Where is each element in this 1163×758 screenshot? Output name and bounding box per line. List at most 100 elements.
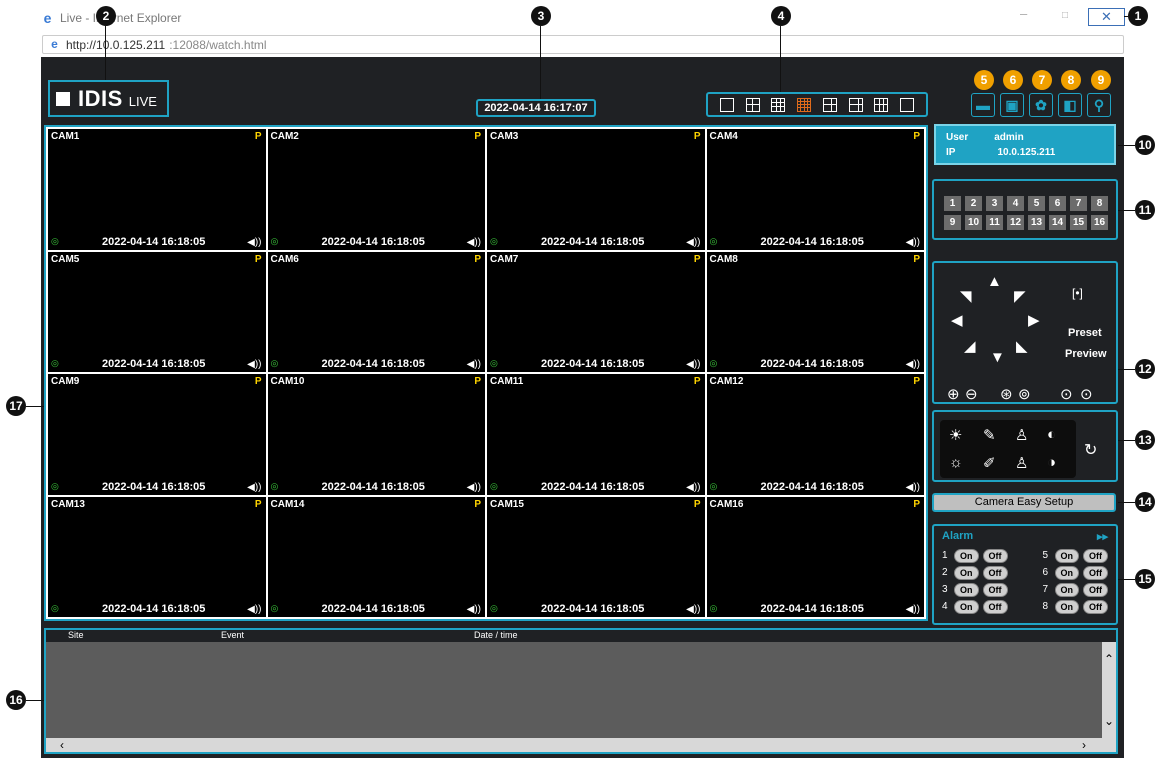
color-down-icon[interactable]: ✐ [983,454,996,472]
address-bar[interactable]: e http://10.0.125.211:12088/watch.html [42,35,1124,54]
speaker-icon[interactable]: ◀)) [906,237,920,248]
iris-open-icon[interactable]: ⊛ [1000,385,1013,403]
speaker-icon[interactable]: ◀)) [906,359,920,370]
camera-number-button[interactable]: 13 [1028,215,1045,230]
speaker-icon[interactable]: ◀)) [906,482,920,493]
ptz-preset-label[interactable]: Preset [1068,327,1102,339]
alarm-off-button[interactable]: Off [982,548,1008,563]
speaker-icon[interactable]: ◀)) [467,482,481,493]
maximize-button[interactable]: □ [1062,10,1068,21]
search-icon[interactable]: ⚲ [1087,93,1111,117]
ptz-down-left-icon[interactable]: ◢ [964,337,976,355]
minimize-button[interactable]: – [1020,6,1027,21]
brightness-down-icon[interactable]: ☼ [949,454,963,471]
layout-4x4-icon[interactable] [797,97,812,112]
record-button-icon[interactable]: ▣ [1000,93,1024,117]
speaker-icon[interactable]: ◀)) [247,237,261,248]
camera-number-button[interactable]: 11 [986,215,1003,230]
snapshot-button-icon[interactable]: ▬ [971,93,995,117]
alarm-off-button[interactable]: Off [982,599,1008,614]
camera-tile[interactable]: CAM12 P ◎ 2022-04-14 16:18:05 ◀)) [706,374,924,495]
speaker-icon[interactable]: ◀)) [686,359,700,370]
camera-number-button[interactable]: 6 [1049,196,1066,211]
speaker-icon[interactable]: ◀)) [247,482,261,493]
camera-tile[interactable]: CAM1 P ◎ 2022-04-14 16:18:05 ◀)) [48,129,266,250]
alarm-off-button[interactable]: Off [1083,548,1108,563]
speaker-icon[interactable]: ◀)) [467,237,481,248]
brightness-up-icon[interactable]: ☀ [949,426,962,444]
camera-easy-setup-button[interactable]: Camera Easy Setup [932,493,1116,512]
alarm-off-button[interactable]: Off [982,565,1008,580]
scroll-left-icon[interactable]: ‹ [60,738,64,752]
ptz-up-left-icon[interactable]: ◥ [960,287,972,305]
alarm-expand-icon[interactable]: ▸▸ [1097,530,1108,543]
ptz-preview-label[interactable]: Preview [1065,348,1107,360]
focus-near-icon[interactable]: ⊙ [1060,385,1073,403]
speaker-icon[interactable]: ◀)) [467,359,481,370]
camera-tile[interactable]: CAM7 P ◎ 2022-04-14 16:18:05 ◀)) [487,251,705,372]
speaker-icon[interactable]: ◀)) [686,237,700,248]
speaker-icon[interactable]: ◀)) [467,604,481,615]
contrast-up-icon[interactable]: ◐ [1047,426,1056,443]
camera-number-button[interactable]: 12 [1007,215,1024,230]
camera-tile[interactable]: CAM13 P ◎ 2022-04-14 16:18:05 ◀)) [48,496,266,617]
speaker-icon[interactable]: ◀)) [247,359,261,370]
scroll-down-icon[interactable]: ⌄ [1102,714,1116,728]
speaker-icon[interactable]: ◀)) [906,604,920,615]
iris-close-icon[interactable]: ⊚ [1018,385,1031,403]
layout-3x3-icon[interactable] [771,97,786,112]
fullscreen-icon[interactable] [900,97,915,112]
camera-number-button[interactable]: 14 [1049,215,1066,230]
alarm-off-button[interactable]: Off [1083,565,1108,580]
zoom-in-icon[interactable]: ⊕ [947,385,960,403]
layout-2x2-icon[interactable] [745,97,760,112]
speaker-icon[interactable]: ◀)) [686,604,700,615]
camera-number-button[interactable]: 16 [1091,215,1108,230]
alarm-on-button[interactable]: On [1054,548,1079,563]
camera-tile[interactable]: CAM8 P ◎ 2022-04-14 16:18:05 ◀)) [706,251,924,372]
alarm-on-button[interactable]: On [1054,599,1079,614]
color-up-icon[interactable]: ✎ [983,426,996,444]
camera-tile[interactable]: CAM3 P ◎ 2022-04-14 16:18:05 ◀)) [487,129,705,250]
camera-tile[interactable]: CAM10 P ◎ 2022-04-14 16:18:05 ◀)) [267,374,485,495]
ptz-down-right-icon[interactable]: ◣ [1016,337,1028,355]
layout-1x1-icon[interactable] [719,97,734,112]
camera-tile[interactable]: CAM6 P ◎ 2022-04-14 16:18:05 ◀)) [267,251,485,372]
camera-number-button[interactable]: 7 [1070,196,1087,211]
contrast-down-icon[interactable]: ◑ [1047,454,1056,471]
reset-icon[interactable]: ↻ [1084,440,1097,460]
camera-number-button[interactable]: 2 [965,196,982,211]
camera-tile[interactable]: CAM9 P ◎ 2022-04-14 16:18:05 ◀)) [48,374,266,495]
alarm-on-button[interactable]: On [954,548,979,563]
ptz-left-icon[interactable]: ◀ [951,311,963,329]
speaker-icon[interactable]: ◀)) [686,482,700,493]
camera-number-button[interactable]: 1 [944,196,961,211]
col-event[interactable]: Event [221,630,244,640]
ptz-focus-icon[interactable]: [•] [1072,286,1083,300]
ptz-up-icon[interactable]: ▲ [987,273,1002,290]
speaker-icon[interactable]: ◀)) [247,604,261,615]
ptz-up-right-icon[interactable]: ◤ [1014,287,1026,305]
switch-camera-icon[interactable]: ◧ [1058,93,1082,117]
ptz-down-icon[interactable]: ▼ [990,349,1005,366]
camera-number-button[interactable]: 10 [965,215,982,230]
layout-custom-icon[interactable] [874,97,889,112]
alarm-on-button[interactable]: On [954,565,979,580]
camera-number-button[interactable]: 5 [1028,196,1045,211]
layout-1plus5-icon[interactable] [822,97,837,112]
settings-gear-icon[interactable]: ✿ [1029,93,1053,117]
camera-tile[interactable]: CAM16 P ◎ 2022-04-14 16:18:05 ◀)) [706,496,924,617]
zoom-out-icon[interactable]: ⊖ [965,385,978,403]
ptz-right-icon[interactable]: ▶ [1028,311,1040,329]
camera-tile[interactable]: CAM2 P ◎ 2022-04-14 16:18:05 ◀)) [267,129,485,250]
alarm-off-button[interactable]: Off [1083,582,1108,597]
scroll-up-icon[interactable]: ⌃ [1102,652,1116,666]
camera-tile[interactable]: CAM15 P ◎ 2022-04-14 16:18:05 ◀)) [487,496,705,617]
horizontal-scrollbar[interactable]: ‹ › [46,738,1116,752]
sharpness-up-icon[interactable]: ♙ [1015,426,1028,444]
camera-number-button[interactable]: 8 [1091,196,1108,211]
col-datetime[interactable]: Date / time [474,630,518,640]
camera-number-button[interactable]: 3 [986,196,1003,211]
camera-tile[interactable]: CAM5 P ◎ 2022-04-14 16:18:05 ◀)) [48,251,266,372]
camera-tile[interactable]: CAM11 P ◎ 2022-04-14 16:18:05 ◀)) [487,374,705,495]
